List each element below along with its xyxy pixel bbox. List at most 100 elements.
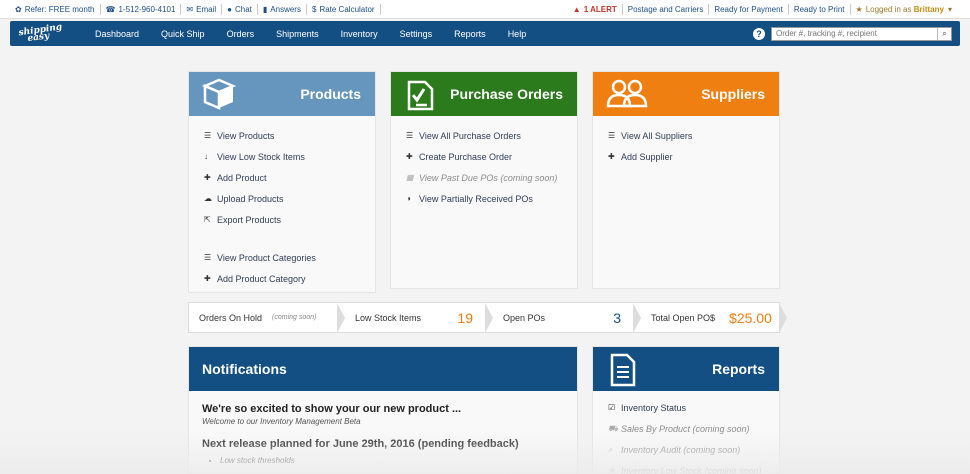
cart-icon: ⛟ xyxy=(608,423,619,433)
reports-panel: Reports ☑ Inventory Status ⛟ Sales By Prod… xyxy=(592,346,780,474)
chat-link[interactable]: ● Chat xyxy=(222,3,258,15)
create-po-link[interactable]: ✚ Create Purchase Order xyxy=(406,146,562,167)
reports-title: Reports xyxy=(712,361,765,377)
view-all-suppliers-link[interactable]: ☰ View All Suppliers xyxy=(608,125,764,146)
purchase-orders-list: ☰ View All Purchase Orders ✚ Create Purcha… xyxy=(391,116,577,218)
notification-headline: We're so excited to show your our new pr… xyxy=(202,403,462,415)
open-pos-stat[interactable]: Open POs 3 xyxy=(485,303,641,333)
add-category-link[interactable]: ✚ Add Product Category xyxy=(204,268,360,289)
next-release-heading: Next release planned for June 29th, 2016… xyxy=(202,438,519,450)
box-icon xyxy=(201,78,237,110)
logo[interactable]: shipping easy xyxy=(18,22,67,44)
search-icon: ⌕ xyxy=(608,444,613,454)
nav-dashboard[interactable]: Dashboard xyxy=(84,29,150,39)
suppliers-header[interactable]: Suppliers xyxy=(593,72,779,116)
main-nav: shipping easy Dashboard Quick Ship Orders… xyxy=(10,21,960,46)
plus-icon: ✚ xyxy=(204,173,211,182)
reports-header[interactable]: Reports xyxy=(593,347,779,391)
nav-reports[interactable]: Reports xyxy=(443,29,497,39)
list-icon: ☰ xyxy=(204,253,212,262)
list-item: Low stock thresholds xyxy=(220,456,564,465)
plus-icon: ✚ xyxy=(608,152,615,161)
purchase-orders-header[interactable]: Purchase Orders xyxy=(391,72,577,116)
nav-links: Dashboard Quick Ship Orders Shipments In… xyxy=(84,29,537,39)
document-check-icon xyxy=(407,80,434,111)
low-stock-stat[interactable]: Low Stock Items 19 xyxy=(337,303,493,333)
suppliers-list: ☰ View All Suppliers ✚ Add Supplier xyxy=(593,116,779,176)
warning-icon: ▲ xyxy=(572,4,581,14)
nav-help[interactable]: Help xyxy=(497,29,538,39)
list-icon: ☰ xyxy=(608,131,616,140)
view-products-link[interactable]: ☰ View Products xyxy=(204,125,360,146)
book-icon: ▮ xyxy=(262,4,268,14)
view-categories-link[interactable]: ☰ View Product Categories xyxy=(204,247,360,268)
chat-icon: ● xyxy=(227,4,232,14)
reports-list: ☑ Inventory Status ⛟ Sales By Product (com… xyxy=(593,391,779,474)
notifications-title: Notifications xyxy=(189,347,577,391)
nav-inventory[interactable]: Inventory xyxy=(330,29,389,39)
inventory-audit-item: ⌕ Inventory Audit (coming soon) xyxy=(608,444,741,455)
search-input[interactable] xyxy=(772,27,937,40)
postage-link[interactable]: Postage and Carriers xyxy=(623,3,710,15)
phone-icon: ☎ xyxy=(105,4,116,14)
inventory-status-link[interactable]: ☑ Inventory Status xyxy=(608,397,764,418)
star-icon: ★ xyxy=(855,4,863,14)
purchase-orders-title: Purchase Orders xyxy=(450,86,563,102)
checkbox-icon: ☑ xyxy=(608,403,616,412)
help-icon[interactable]: ? xyxy=(753,27,765,40)
export-icon: ⇱ xyxy=(204,215,211,224)
answers-link[interactable]: ▮ Answers xyxy=(258,3,307,15)
orders-on-hold-stat: Orders On Hold (coming soon) xyxy=(189,303,345,333)
nav-settings[interactable]: Settings xyxy=(389,29,444,39)
view-past-due-pos: ▦ View Past Due POs (coming soon) xyxy=(406,172,558,183)
star-icon: ★ xyxy=(608,466,616,474)
view-all-pos-link[interactable]: ☰ View All Purchase Orders xyxy=(406,125,562,146)
cloud-upload-icon: ☁ xyxy=(204,194,212,203)
plus-icon: ✚ xyxy=(406,152,413,161)
inventory-low-stock-item: ★ Inventory Low Stock (coming soon) xyxy=(608,465,762,474)
nav-shipments[interactable]: Shipments xyxy=(265,29,330,39)
purchase-orders-card: Purchase Orders ☰ View All Purchase Order… xyxy=(390,71,578,289)
utility-bar: ✿ Refer: FREE month ☎ 1-512-960-4101 ✉ Emai… xyxy=(0,0,970,19)
low-stock-icon: ↓ xyxy=(204,152,208,161)
phone-link[interactable]: ☎ 1-512-960-4101 xyxy=(101,3,182,15)
rate-calculator-link[interactable]: $ Rate Calculator xyxy=(307,3,381,15)
add-supplier-link[interactable]: ✚ Add Supplier xyxy=(608,146,764,167)
view-low-stock-link[interactable]: ↓ View Low Stock Items xyxy=(204,146,360,167)
suppliers-title: Suppliers xyxy=(695,85,765,102)
ready-payment-link[interactable]: Ready for Payment xyxy=(709,3,789,15)
upload-products-link[interactable]: ☁ Upload Products xyxy=(204,188,360,209)
list-icon: ☰ xyxy=(406,131,414,140)
list-icon: ☰ xyxy=(204,131,212,140)
half-circle-icon: ◑ xyxy=(406,194,411,203)
sales-by-product-item: ⛟ Sales By Product (coming soon) xyxy=(608,423,750,434)
total-open-po-amount: $25.00 xyxy=(729,309,772,326)
alert-link[interactable]: ▲ 1 ALERT xyxy=(568,3,623,15)
notifications-panel: Notifications We're so excited to show y… xyxy=(188,346,578,474)
notifications-body: We're so excited to show your our new pr… xyxy=(189,391,577,474)
envelope-icon: ✉ xyxy=(186,4,194,14)
nav-orders[interactable]: Orders xyxy=(216,29,266,39)
nav-quick-ship[interactable]: Quick Ship xyxy=(150,29,216,39)
user-menu[interactable]: ★ Logged in as Brittany ▾ xyxy=(851,4,960,15)
gift-icon: ✿ xyxy=(15,4,22,14)
dollar-icon: $ xyxy=(311,4,317,14)
add-product-link[interactable]: ✚ Add Product xyxy=(204,167,360,188)
total-open-po-stat[interactable]: Total Open PO$ $25.00 xyxy=(633,303,787,333)
search-icon[interactable]: ⌕ xyxy=(937,27,951,40)
email-link[interactable]: ✉ Email xyxy=(181,3,223,15)
notification-subline: Welcome to our Inventory Management Beta xyxy=(202,417,361,426)
products-header[interactable]: Products xyxy=(189,72,375,116)
users-icon xyxy=(606,79,648,108)
products-title: Products xyxy=(300,86,361,102)
report-document-icon xyxy=(610,353,636,387)
refer-link[interactable]: ✿ Refer: FREE month xyxy=(10,3,101,15)
ready-print-link[interactable]: Ready to Print xyxy=(789,3,851,15)
divider xyxy=(204,230,360,247)
products-list: ☰ View Products ↓ View Low Stock Items ✚ Ad… xyxy=(189,116,375,298)
export-products-link[interactable]: ⇱ Export Products xyxy=(204,209,360,230)
low-stock-count: 19 xyxy=(457,309,473,326)
view-partially-received-link[interactable]: ◑ View Partially Received POs xyxy=(406,188,562,209)
plus-icon: ✚ xyxy=(204,274,211,283)
suppliers-card: Suppliers ☰ View All Suppliers ✚ Add Suppl… xyxy=(592,71,780,289)
